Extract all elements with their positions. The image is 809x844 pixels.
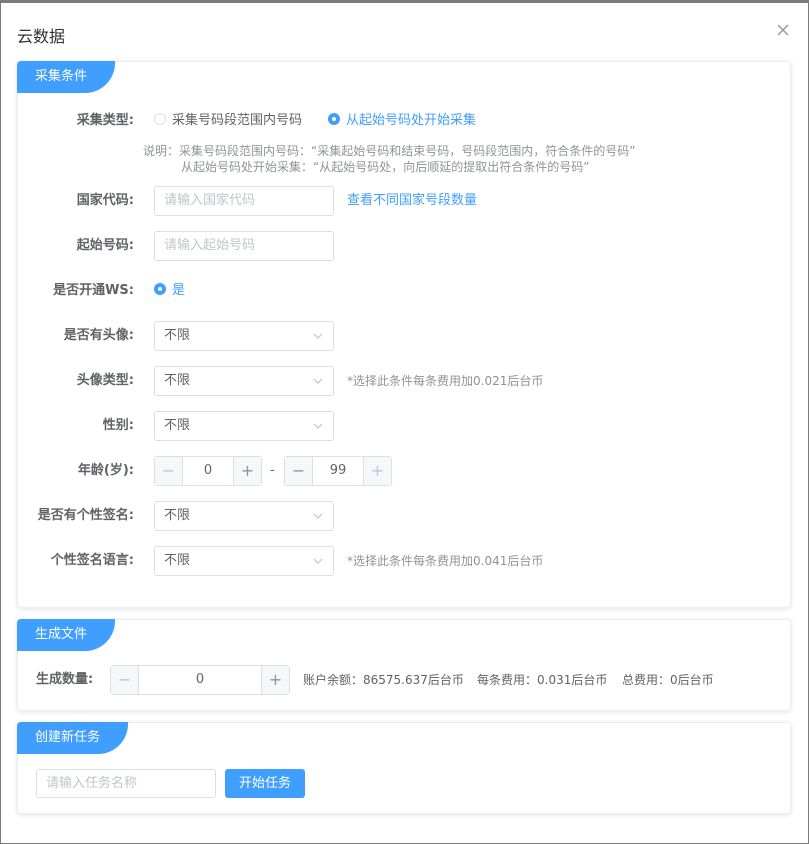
signature-language-label: 个性签名语言:: [50, 553, 134, 568]
start-number-label: 起始号码:: [76, 238, 134, 253]
create-task-tab: 创建新任务: [17, 722, 128, 754]
start-number-row: 起始号码: 请输入起始号码: [18, 231, 790, 261]
total-cost: 总费用：0后台币: [622, 673, 714, 687]
ws-label: 是否开通WS:: [53, 283, 134, 298]
gender-row: 性别: 不限: [18, 411, 790, 441]
age-label: 年龄(岁):: [77, 463, 134, 478]
radio-range-numbers[interactable]: 采集号码段范围内号码: [154, 106, 302, 136]
plus-icon[interactable]: +: [261, 666, 289, 694]
generate-count-row: 生成数量: − 0 + 账户余额：86575.637后台币 每条费用：0.031…: [18, 665, 790, 695]
radio-range-label: 采集号码段范围内号码: [172, 113, 303, 128]
has-signature-select[interactable]: 不限: [154, 501, 334, 531]
avatar-type-value: 不限: [164, 373, 191, 388]
avatar-type-label: 头像类型:: [76, 373, 134, 388]
plus-icon[interactable]: +: [233, 457, 261, 485]
gender-label: 性别:: [102, 418, 134, 433]
minus-icon[interactable]: −: [155, 457, 183, 485]
plus-icon[interactable]: +: [363, 457, 391, 485]
country-code-row: 国家代码: 请输入国家代码 查看不同国家号段数量: [18, 186, 790, 216]
collect-note-line1: 说明：采集号码段范围内号码：“采集起始号码和结束号码，号码段范围内，符合条件的号…: [143, 144, 636, 158]
generate-count-label: 生成数量:: [36, 672, 94, 687]
generate-file-card: 生成文件 生成数量: − 0 + 账户余额：86575.637后台币 每条费用：…: [17, 619, 791, 711]
collect-type-label: 采集类型:: [76, 113, 134, 128]
radio-checked-icon: [154, 283, 166, 295]
close-icon[interactable]: [776, 23, 790, 37]
collect-conditions-card: 采集条件 采集类型: 采集号码段范围内号码 从起始号码处开始采集 说明：采集号码…: [17, 61, 791, 608]
generate-file-tab: 生成文件: [17, 619, 115, 651]
country-code-input[interactable]: 请输入国家代码: [154, 186, 334, 216]
ws-row: 是否开通WS: 是: [18, 276, 790, 306]
generate-count-value[interactable]: 0: [139, 666, 261, 694]
minus-icon[interactable]: −: [285, 457, 313, 485]
radio-ws-yes-label: 是: [172, 283, 186, 298]
minus-icon[interactable]: −: [111, 666, 139, 694]
start-number-input[interactable]: 请输入起始号码: [154, 231, 334, 261]
generate-count-stepper[interactable]: − 0 +: [110, 665, 290, 695]
signature-language-hint: *选择此条件每条费用加0.041后台币: [347, 554, 544, 568]
signature-language-select[interactable]: 不限: [154, 546, 334, 576]
collect-note-line2: 从起始号码处开始采集：“从起始号码处，向后顺延的提取出符合条件的号码”: [181, 160, 590, 174]
task-name-input[interactable]: 请输入任务名称: [36, 769, 216, 798]
start-task-button[interactable]: 开始任务: [225, 769, 305, 798]
has-avatar-value: 不限: [164, 328, 191, 343]
has-avatar-label: 是否有头像:: [63, 328, 134, 343]
age-row: 年龄(岁): − 0 + - − 99 +: [18, 456, 790, 486]
radio-checked-icon: [328, 113, 340, 125]
has-avatar-row: 是否有头像: 不限: [18, 321, 790, 351]
avatar-type-select[interactable]: 不限: [154, 366, 334, 396]
cloud-data-dialog: 云数据 采集条件 采集类型: 采集号码段范围内号码 从起始号码处开始采集 说明：…: [0, 0, 809, 844]
age-max-stepper[interactable]: − 99 +: [284, 456, 392, 486]
country-segments-link[interactable]: 查看不同国家号段数量: [347, 186, 477, 216]
signature-language-row: 个性签名语言: 不限 *选择此条件每条费用加0.041后台币: [18, 546, 790, 576]
gender-select[interactable]: 不限: [154, 411, 334, 441]
chevron-down-icon: [313, 333, 323, 339]
age-min-stepper[interactable]: − 0 +: [154, 456, 262, 486]
create-task-card: 创建新任务 请输入任务名称 开始任务: [17, 722, 791, 814]
has-avatar-select[interactable]: 不限: [154, 321, 334, 351]
chevron-down-icon: [313, 423, 323, 429]
radio-from-start[interactable]: 从起始号码处开始采集: [328, 106, 476, 136]
radio-circle-icon: [154, 113, 166, 125]
avatar-type-row: 头像类型: 不限 *选择此条件每条费用加0.021后台币: [18, 366, 790, 396]
country-code-label: 国家代码:: [76, 193, 134, 208]
chevron-down-icon: [313, 558, 323, 564]
radio-from-start-label: 从起始号码处开始采集: [346, 113, 477, 128]
age-min-value[interactable]: 0: [183, 457, 233, 485]
age-separator: -: [270, 463, 275, 478]
account-balance: 账户余额：86575.637后台币: [303, 673, 464, 687]
collect-type-row: 采集类型: 采集号码段范围内号码 从起始号码处开始采集: [18, 106, 790, 136]
chevron-down-icon: [313, 513, 323, 519]
radio-ws-yes[interactable]: 是: [154, 276, 185, 306]
gender-value: 不限: [164, 418, 191, 433]
avatar-type-hint: *选择此条件每条费用加0.021后台币: [347, 374, 544, 388]
has-signature-value: 不限: [164, 508, 191, 523]
signature-language-value: 不限: [164, 553, 191, 568]
age-max-value[interactable]: 99: [313, 457, 363, 485]
has-signature-label: 是否有个性签名:: [37, 508, 134, 523]
dialog-title: 云数据: [17, 27, 66, 46]
chevron-down-icon: [313, 378, 323, 384]
has-signature-row: 是否有个性签名: 不限: [18, 501, 790, 531]
unit-cost: 每条费用：0.031后台币: [477, 673, 608, 687]
collect-conditions-tab: 采集条件: [17, 61, 115, 93]
